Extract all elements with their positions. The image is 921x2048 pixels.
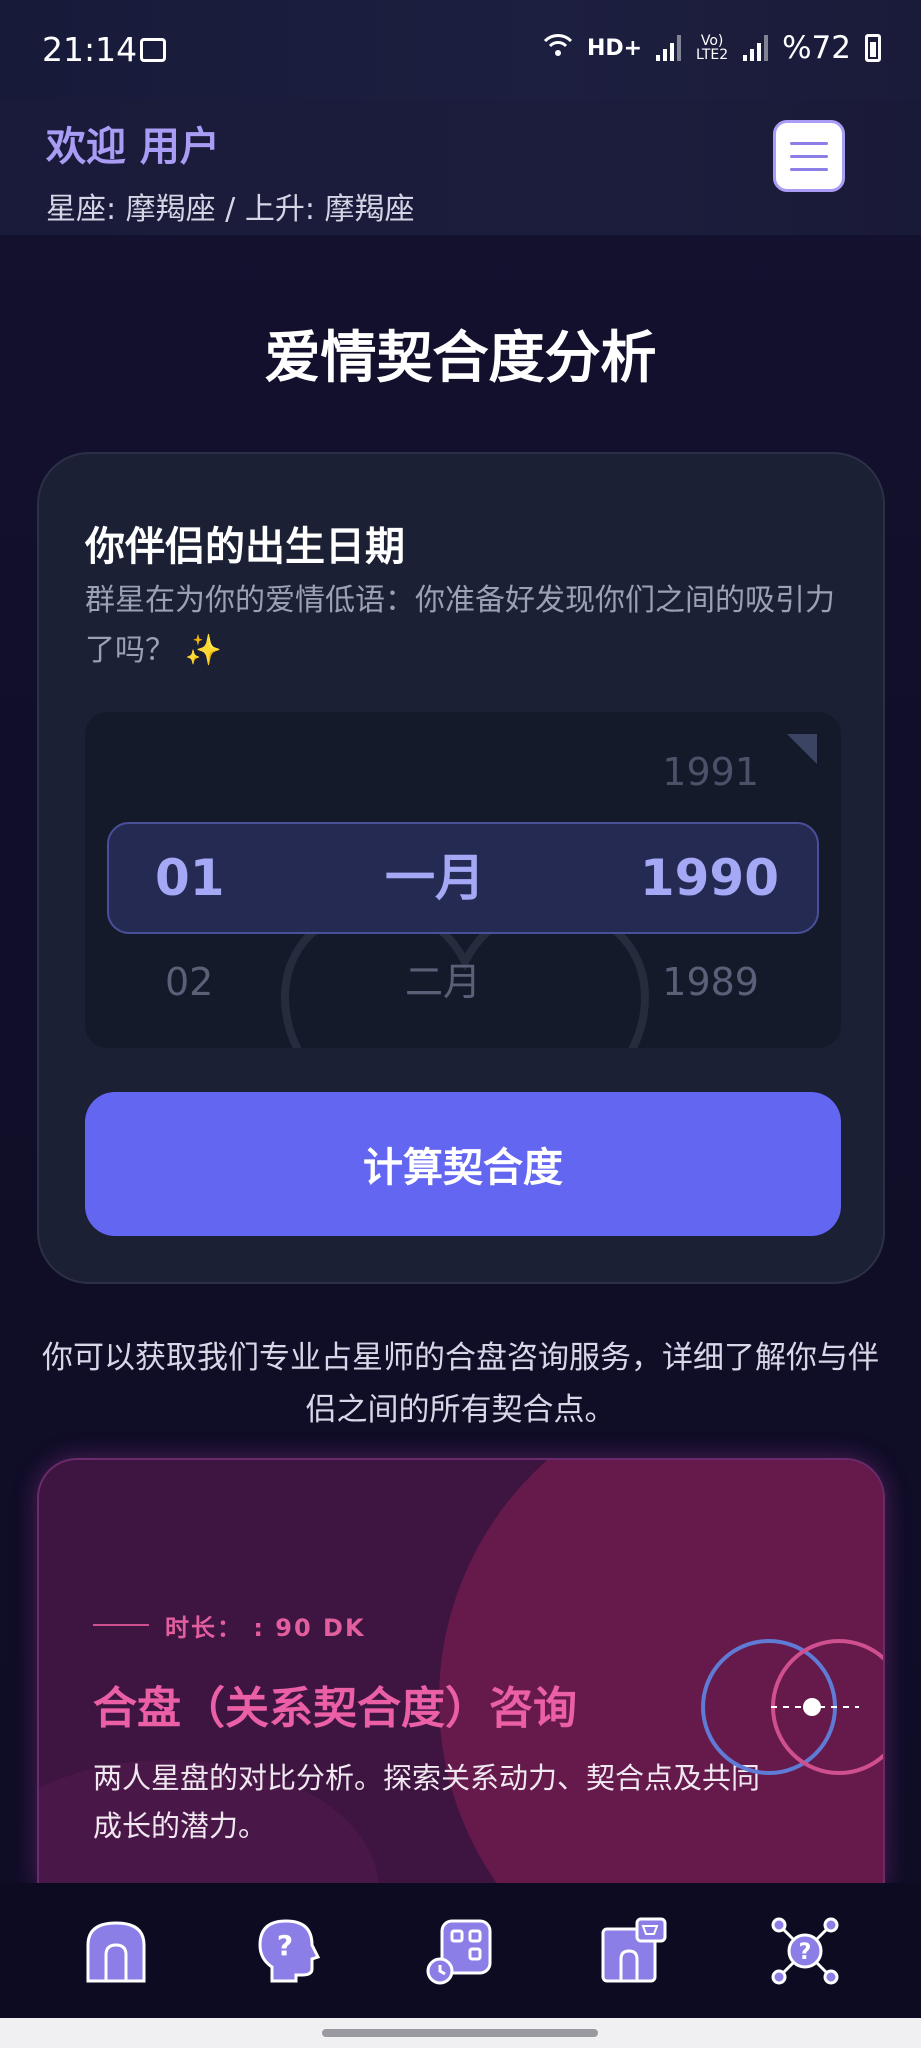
- lte-label: Vo) LTE2: [696, 33, 729, 63]
- picker-year-below[interactable]: 1989: [662, 952, 759, 1012]
- selected-year[interactable]: 1990: [640, 824, 779, 932]
- zodiac-signs: 星座: 摩羯座 / 上升: 摩羯座: [46, 192, 415, 227]
- menu-button[interactable]: [773, 120, 845, 192]
- picker-month-below[interactable]: 二月: [405, 952, 481, 1012]
- apps-grid-icon: [426, 1919, 492, 1984]
- shop-icon: [601, 1917, 667, 1982]
- image-notification-icon: [140, 38, 166, 62]
- nav-home[interactable]: [71, 1906, 161, 1996]
- battery-icon: [865, 34, 881, 62]
- duration-divider: [93, 1624, 149, 1626]
- app-header: 欢迎 用户 星座: 摩羯座 / 上升: 摩羯座: [0, 100, 921, 235]
- card-description: 群星在为你的爱情低语：你准备好发现你们之间的吸引力了吗？ ✨: [85, 583, 835, 668]
- selected-month[interactable]: 一月: [385, 824, 485, 932]
- date-picker[interactable]: 1991 01 一月 1990 02 二月 1989: [85, 712, 841, 1048]
- selected-day[interactable]: 01: [155, 824, 225, 932]
- network-question-icon: ?: [771, 1917, 839, 1984]
- overlapping-rings-icon: [701, 1639, 883, 1775]
- wifi-icon: [543, 32, 573, 64]
- status-time: 21:14: [42, 30, 138, 69]
- page-title: 爱情契合度分析: [264, 326, 657, 391]
- page: 21:14 HD+ Vo) LTE2 %72 欢迎 用户 星座: 摩羯座 / 上…: [0, 0, 921, 2048]
- question-head-icon: ?: [258, 1918, 321, 1982]
- svg-text:?: ?: [798, 1940, 811, 1965]
- consultation-description: 两人星盘的对比分析。探索关系动力、契合点及共同成长的潜力。: [93, 1761, 761, 1843]
- menu-icon: [790, 141, 828, 145]
- signal-icon-2: [743, 35, 769, 61]
- svg-text:?: ?: [277, 1929, 293, 1962]
- nav-shop[interactable]: [588, 1906, 678, 1996]
- partner-birthdate-card: 你伴侣的出生日期 群星在为你的爱情低语：你准备好发现你们之间的吸引力了吗？ ✨ …: [37, 452, 885, 1284]
- nav-question[interactable]: ?: [243, 1906, 333, 1996]
- synastry-consultation-card[interactable]: 时长： : 90 DK 合盘（关系契合度）咨询 两人星盘的对比分析。探索关系动力…: [37, 1458, 885, 1888]
- picker-day-below[interactable]: 02: [165, 952, 213, 1012]
- system-gesture-bar: [0, 2018, 921, 2048]
- battery-percent: %72: [782, 30, 851, 66]
- picker-row-below[interactable]: 02 二月 1989: [85, 952, 841, 1012]
- picker-row-above[interactable]: 1991: [85, 742, 841, 802]
- status-bar: 21:14 HD+ Vo) LTE2 %72: [0, 0, 921, 100]
- card-heading: 你伴侣的出生日期: [85, 524, 405, 570]
- home-icon: [86, 1920, 146, 1982]
- picker-selected-row[interactable]: 01 一月 1990: [107, 822, 819, 934]
- home-gesture-handle[interactable]: [322, 2029, 598, 2037]
- duration-label: 时长： : 90 DK: [165, 1614, 366, 1642]
- welcome-text: 欢迎 用户: [46, 124, 220, 170]
- consultation-title: 合盘（关系契合度）咨询: [93, 1683, 577, 1734]
- nav-apps[interactable]: [415, 1906, 505, 1996]
- nav-network[interactable]: ?: [760, 1906, 850, 1996]
- bottom-navigation: ? ?: [0, 1883, 921, 2018]
- picker-year-above[interactable]: 1991: [662, 742, 759, 802]
- status-icons: HD+ Vo) LTE2 %72: [543, 30, 881, 66]
- consultation-info-text: 你可以获取我们专业占星师的合盘咨询服务，详细了解你与伴侣之间的所有契合点。: [42, 1340, 879, 1428]
- network-label: HD+: [586, 35, 643, 61]
- calculate-button[interactable]: 计算契合度: [85, 1092, 841, 1236]
- signal-icon: [656, 35, 682, 61]
